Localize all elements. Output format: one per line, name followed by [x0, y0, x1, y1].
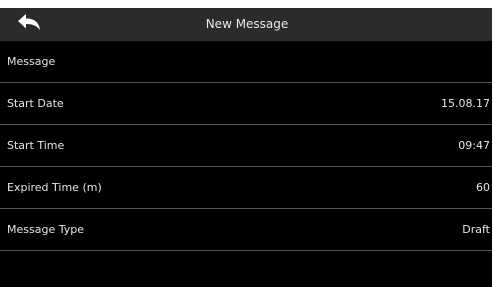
start-date-value: 15.08.17 [441, 97, 490, 110]
start-time-label: Start Time [7, 139, 65, 152]
title-bar: New Message [0, 8, 494, 41]
device-screen: New Message Message Start Date 15.08.17 … [0, 8, 494, 287]
start-date-label: Start Date [7, 97, 64, 110]
message-row[interactable]: Message [0, 41, 494, 83]
back-arrow-icon [18, 14, 40, 30]
expired-time-label: Expired Time (m) [7, 181, 102, 194]
expired-time-row[interactable]: Expired Time (m) 60 [0, 167, 494, 209]
start-time-row[interactable]: Start Time 09:47 [0, 125, 494, 167]
message-type-label: Message Type [7, 223, 84, 236]
message-type-row[interactable]: Message Type Draft [0, 209, 494, 251]
page-title: New Message [205, 17, 289, 31]
start-date-row[interactable]: Start Date 15.08.17 [0, 83, 494, 125]
message-type-value: Draft [462, 223, 490, 236]
expired-time-value: 60 [476, 181, 490, 194]
back-button[interactable] [8, 11, 48, 37]
start-time-value: 09:47 [458, 139, 490, 152]
settings-list: Message Start Date 15.08.17 Start Time 0… [0, 41, 494, 251]
message-label: Message [7, 55, 56, 68]
